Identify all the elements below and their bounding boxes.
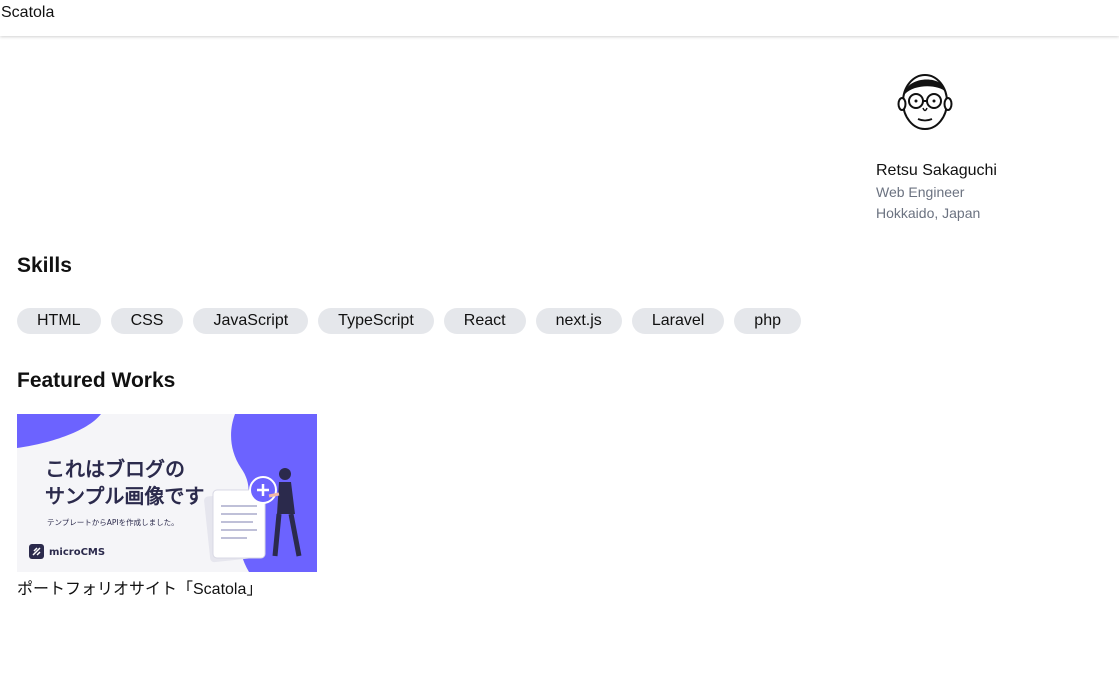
skill-chip-css: CSS: [110, 308, 184, 334]
profile-name: Retsu Sakaguchi: [876, 162, 997, 179]
skill-chip-typescript: TypeScript: [318, 308, 434, 334]
profile-role: Web Engineer: [876, 184, 965, 200]
thumb-text-line1: これはブログの: [45, 457, 185, 481]
skills-list: HTML CSS JavaScript TypeScript React nex…: [17, 308, 801, 334]
work-title[interactable]: ポートフォリオサイト「Scatola」: [17, 575, 317, 599]
avatar: [897, 74, 953, 130]
skill-chip-html: HTML: [17, 308, 101, 334]
skill-chip-javascript: JavaScript: [193, 308, 309, 334]
thumb-brand: microCMS: [49, 547, 105, 558]
thumb-text-line2: サンプル画像です: [45, 484, 204, 508]
skill-chip-nextjs: next.js: [535, 308, 622, 334]
top-navigation-bar: Scatola: [0, 0, 1119, 36]
skill-chip-react: React: [443, 308, 526, 334]
work-card[interactable]: これはブログの サンプル画像です テンプレートからAPIを作成しました。 mic…: [17, 414, 317, 599]
featured-works-heading: Featured Works: [17, 369, 176, 392]
profile-card: Retsu Sakaguchi Web Engineer Hokkaido, J…: [876, 70, 1076, 224]
thumb-caption: テンプレートからAPIを作成しました。: [47, 517, 179, 527]
skill-chip-laravel: Laravel: [631, 308, 725, 334]
site-logo-link[interactable]: Scatola: [1, 4, 54, 22]
skills-heading: Skills: [17, 254, 72, 277]
skill-chip-php: php: [734, 308, 801, 334]
profile-location: Hokkaido, Japan: [876, 205, 981, 221]
work-thumbnail[interactable]: これはブログの サンプル画像です テンプレートからAPIを作成しました。 mic…: [17, 414, 317, 572]
